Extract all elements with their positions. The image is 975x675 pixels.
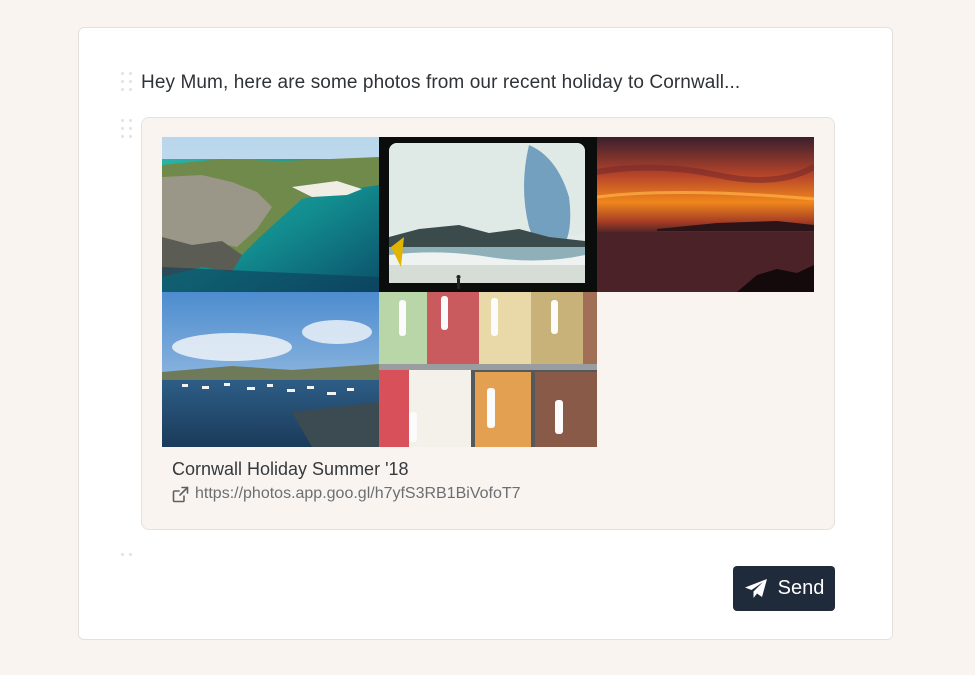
link-preview-card[interactable]: Cornwall Holiday Summer '18 https://phot… bbox=[141, 117, 835, 530]
drag-handle-icon[interactable] bbox=[121, 72, 133, 92]
photo-sunset-sea bbox=[597, 137, 814, 292]
album-url[interactable]: https://photos.app.goo.gl/h7yfS3RB1BiVof… bbox=[195, 485, 521, 503]
drag-handle-icon[interactable] bbox=[121, 553, 133, 559]
album-link[interactable]: https://photos.app.goo.gl/h7yfS3RB1BiVof… bbox=[172, 485, 521, 503]
photo-surfer-beach bbox=[379, 137, 597, 292]
external-link-icon bbox=[172, 486, 189, 502]
message-editor: Hey Mum, here are some photos from our r… bbox=[78, 27, 893, 640]
album-title[interactable]: Cornwall Holiday Summer '18 bbox=[172, 459, 409, 480]
photo-ice-cream-display bbox=[379, 292, 597, 447]
send-button-label: Send bbox=[777, 577, 825, 599]
send-button[interactable]: Send bbox=[733, 566, 835, 611]
photo-coastal-cliffs bbox=[162, 137, 379, 292]
photo-harbour-boats bbox=[162, 292, 379, 447]
paper-plane-icon bbox=[744, 578, 767, 598]
message-text[interactable]: Hey Mum, here are some photos from our r… bbox=[141, 72, 740, 94]
photo-grid bbox=[162, 137, 814, 447]
drag-handle-icon[interactable] bbox=[121, 119, 133, 139]
